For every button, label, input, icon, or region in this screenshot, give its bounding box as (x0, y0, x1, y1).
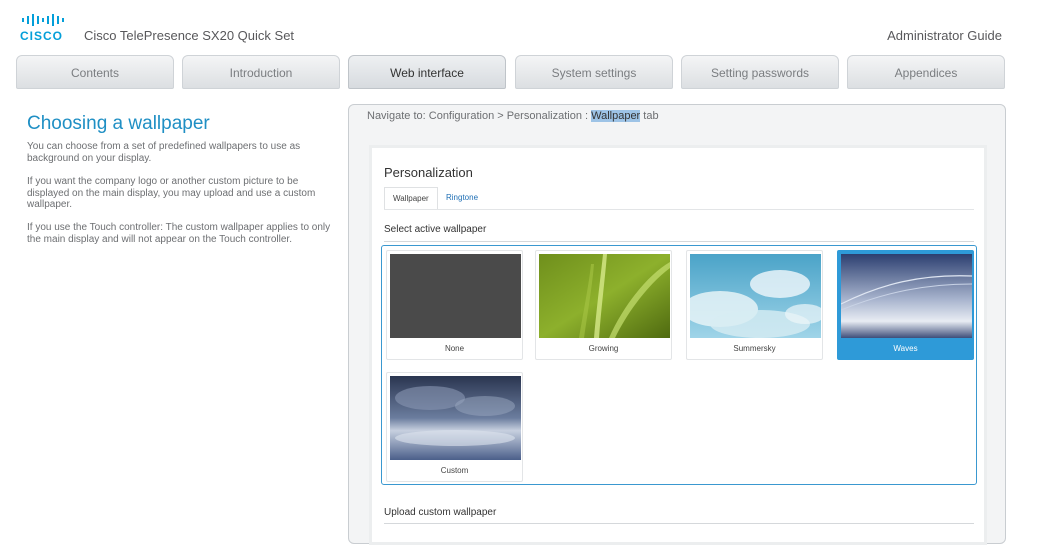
custom-paragraph: If you want the company logo or another … (27, 176, 316, 210)
document-title: Cisco TelePresence SX20 Quick Set (84, 28, 295, 43)
wallpaper-summersky-thumbnail (690, 254, 821, 338)
wallpaper-growing-label: Growing (588, 344, 619, 353)
tab-web-interface[interactable]: Web interface (348, 55, 506, 89)
guide-title: Administrator Guide (887, 28, 1002, 43)
touch-paragraph: If you use the Touch controller: The cus… (27, 222, 331, 245)
wallpaper-waves-label: Waves (893, 344, 918, 353)
wallpaper-custom-thumbnail (390, 376, 521, 460)
navigation-path: Navigate to: Configuration > Personaliza… (367, 110, 659, 122)
intro-paragraph: You can choose from a set of predefined … (27, 141, 301, 164)
wallpaper-custom-label: Custom (440, 466, 469, 475)
subtab-ringtone[interactable]: Ringtone (438, 187, 486, 209)
wallpaper-growing[interactable]: Growing (535, 250, 672, 360)
select-divider (384, 241, 974, 242)
wallpaper-growing-thumbnail (539, 254, 670, 338)
tab-appendices[interactable]: Appendices (847, 55, 1005, 89)
chapter-tabs: Contents Introduction Web interface Syst… (16, 55, 1006, 90)
wallpaper-none-label: None (444, 344, 465, 353)
nav-highlight: Wallpaper (591, 110, 641, 122)
wallpaper-summersky-label: Summersky (733, 344, 776, 353)
tab-contents[interactable]: Contents (16, 55, 174, 89)
wallpaper-grid: None Growing Summersky Waves Custom (381, 245, 977, 485)
upload-wallpaper-label: Upload custom wallpaper (384, 507, 497, 518)
page-heading: Choosing a wallpaper (27, 113, 210, 134)
nav-suffix: tab (640, 110, 659, 122)
cisco-logo-text: CISCO (20, 29, 64, 43)
tab-introduction[interactable]: Introduction (182, 55, 340, 89)
cisco-logo: CISCO (20, 14, 70, 43)
wallpaper-waves[interactable]: Waves (837, 250, 974, 360)
tab-setting-passwords[interactable]: Setting passwords (681, 55, 839, 89)
wallpaper-waves-thumbnail (841, 254, 972, 338)
upload-divider (384, 523, 974, 524)
wallpaper-summersky[interactable]: Summersky (686, 250, 823, 360)
select-wallpaper-label: Select active wallpaper (384, 224, 487, 235)
nav-prefix: Navigate to: Configuration > Personaliza… (367, 110, 592, 122)
wallpaper-custom[interactable]: Custom (386, 372, 523, 482)
personalization-title: Personalization (384, 165, 473, 180)
wallpaper-none[interactable]: None (386, 250, 523, 360)
subtab-divider (384, 209, 974, 210)
subtab-wallpaper[interactable]: Wallpaper (384, 187, 438, 209)
cisco-logo-bars (22, 14, 70, 26)
tab-system-settings[interactable]: System settings (515, 55, 673, 89)
wallpaper-none-thumbnail (390, 254, 521, 338)
